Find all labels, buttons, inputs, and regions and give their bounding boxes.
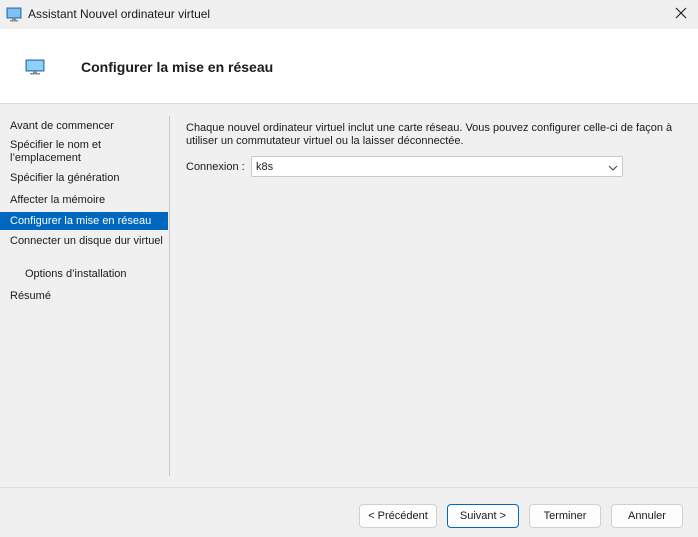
description-text: Chaque nouvel ordinateur virtuel inclut …: [186, 122, 673, 147]
cancel-button-label: Annuler: [628, 510, 666, 522]
nav-item-label: Avant de commencer: [10, 120, 114, 132]
monitor-icon: [6, 6, 22, 22]
footer-divider: [0, 487, 698, 488]
close-button[interactable]: [664, 0, 698, 29]
connection-select-value: k8s: [256, 161, 274, 173]
wizard-header: Configurer la mise en réseau: [0, 29, 698, 104]
nav-item-reseau[interactable]: Configurer la mise en réseau: [0, 212, 168, 230]
chevron-down-icon: [608, 162, 618, 172]
nav-item-nom-emplacement[interactable]: Spécifier le nom et l’emplacement: [0, 139, 168, 165]
window-title: Assistant Nouvel ordinateur virtuel: [28, 7, 211, 21]
title-bar: Assistant Nouvel ordinateur virtuel: [0, 0, 698, 29]
nav-item-generation[interactable]: Spécifier la génération: [0, 172, 168, 185]
nav-item-label: Résumé: [10, 290, 51, 302]
close-icon: [675, 7, 687, 22]
nav-item-label: Configurer la mise en réseau: [10, 215, 152, 227]
nav-divider: [169, 116, 170, 476]
connection-label: Connexion :: [186, 161, 245, 173]
nav-item-label: Affecter la mémoire: [10, 194, 106, 206]
previous-button[interactable]: < Précédent: [359, 504, 437, 528]
connection-select[interactable]: k8s: [251, 156, 623, 177]
nav-item-memoire[interactable]: Affecter la mémoire: [0, 194, 168, 207]
nav-item-label: Connecter un disque dur virtuel: [10, 235, 163, 247]
nav-item-label: Options d’installation: [25, 268, 127, 280]
nav-item-label: Spécifier le nom et l’emplacement: [10, 139, 102, 164]
nav-item-label: Spécifier la génération: [10, 172, 120, 184]
nav-item-disque-dur[interactable]: Connecter un disque dur virtuel: [0, 235, 168, 248]
cancel-button[interactable]: Annuler: [611, 504, 683, 528]
finish-button-label: Terminer: [543, 510, 587, 522]
page-title: Configurer la mise en réseau: [81, 59, 274, 75]
nav-item-avant-de-commencer[interactable]: Avant de commencer: [0, 120, 168, 133]
next-button[interactable]: Suivant >: [447, 504, 519, 528]
finish-button[interactable]: Terminer: [529, 504, 601, 528]
next-button-label: Suivant >: [459, 510, 507, 522]
previous-button-label: < Précédent: [368, 510, 428, 522]
nav-item-options-installation[interactable]: Options d’installation: [0, 268, 168, 281]
nav-item-resume[interactable]: Résumé: [0, 290, 168, 303]
monitor-icon: [25, 59, 45, 75]
